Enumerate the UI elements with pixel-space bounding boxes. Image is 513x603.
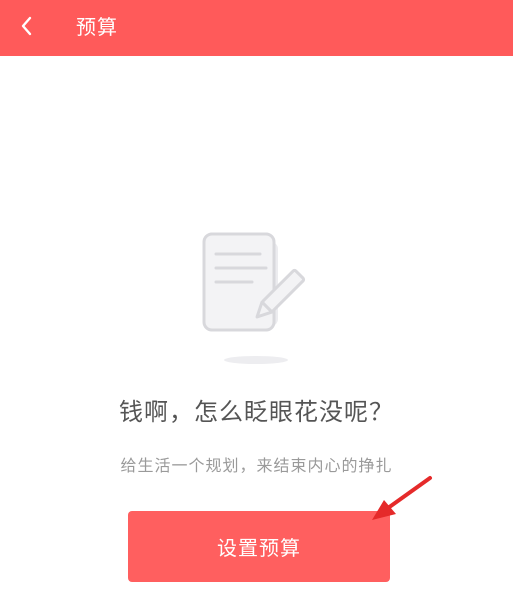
empty-state-title: 钱啊，怎么眨眼花没呢？ — [119, 398, 394, 426]
page-title: 预算 — [76, 15, 118, 39]
set-budget-button[interactable]: 设置预算 — [128, 511, 390, 582]
budget-screen: 预算 钱啊，怎么眨眼花没呢？ 给生活一个规划，来结束内心的挣扎 设置预算 — [0, 0, 513, 603]
chevron-left-icon — [19, 15, 33, 41]
note-edit-icon — [196, 228, 316, 368]
top-app-bar: 预算 — [0, 0, 513, 56]
empty-state-subtitle: 给生活一个规划，来结束内心的挣扎 — [120, 456, 393, 475]
back-button[interactable] — [6, 8, 46, 48]
